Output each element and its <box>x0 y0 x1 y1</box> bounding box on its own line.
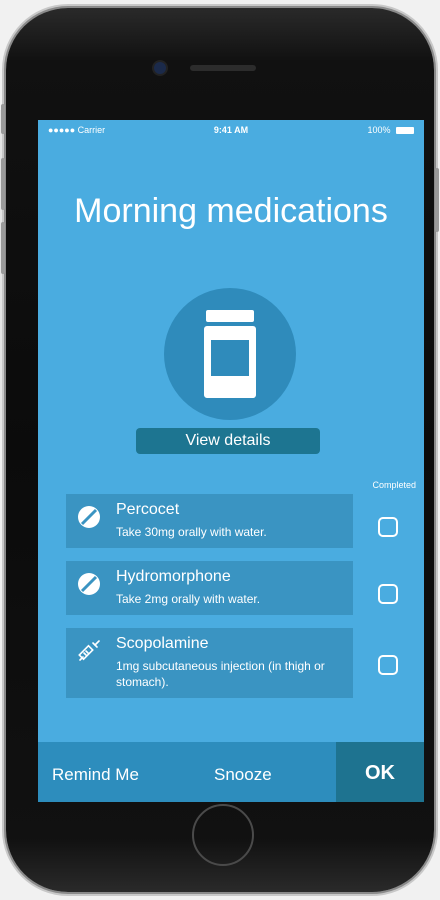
home-button[interactable] <box>192 804 254 866</box>
earpiece-speaker <box>190 65 256 71</box>
battery-icon <box>396 127 414 134</box>
pill-icon <box>78 506 100 528</box>
status-time: 9:41 AM <box>213 125 249 135</box>
completed-checkbox-scopolamine[interactable] <box>378 655 398 675</box>
phone-frame: ●●●●● Carrier 9:41 AM 100% Morning medic… <box>1 8 439 892</box>
completed-column-header: Completed <box>372 480 416 490</box>
front-camera <box>154 62 166 74</box>
app-screen: ●●●●● Carrier 9:41 AM 100% Morning medic… <box>38 120 424 802</box>
snooze-button[interactable]: Snooze <box>214 742 272 802</box>
medication-name: Percocet <box>116 501 180 518</box>
completed-checkbox-percocet[interactable] <box>378 517 398 537</box>
pill-icon <box>78 573 100 595</box>
volume-down-button <box>1 222 5 274</box>
view-details-button[interactable]: View details <box>136 428 320 454</box>
volume-up-button <box>1 158 5 210</box>
medication-item-scopolamine[interactable]: Scopolamine 1mg subcutaneous injection (… <box>66 628 353 698</box>
action-bar: Remind Me Snooze OK <box>38 742 424 802</box>
medication-instructions: 1mg subcutaneous injection (in thigh or … <box>116 659 325 689</box>
medication-instructions: Take 30mg orally with water. <box>116 525 267 539</box>
syringe-icon <box>78 640 100 661</box>
mute-switch <box>1 104 5 134</box>
page-title: Morning medications <box>74 192 388 230</box>
power-button <box>435 168 439 232</box>
status-bar: ●●●●● Carrier 9:41 AM 100% <box>38 120 424 140</box>
remind-me-button[interactable]: Remind Me <box>52 742 139 802</box>
battery-status: 100% <box>367 125 414 135</box>
medication-bottle-icon <box>164 288 296 420</box>
ok-button[interactable]: OK <box>336 742 424 802</box>
medication-instructions: Take 2mg orally with water. <box>116 592 261 606</box>
medication-item-percocet[interactable]: Percocet Take 30mg orally with water. <box>66 494 353 548</box>
medication-name: Scopolamine <box>116 635 209 652</box>
completed-checkbox-hydromorphone[interactable] <box>378 584 398 604</box>
battery-percent: 100% <box>367 125 391 135</box>
medication-name: Hydromorphone <box>116 568 231 585</box>
medication-item-hydromorphone[interactable]: Hydromorphone Take 2mg orally with water… <box>66 561 353 615</box>
